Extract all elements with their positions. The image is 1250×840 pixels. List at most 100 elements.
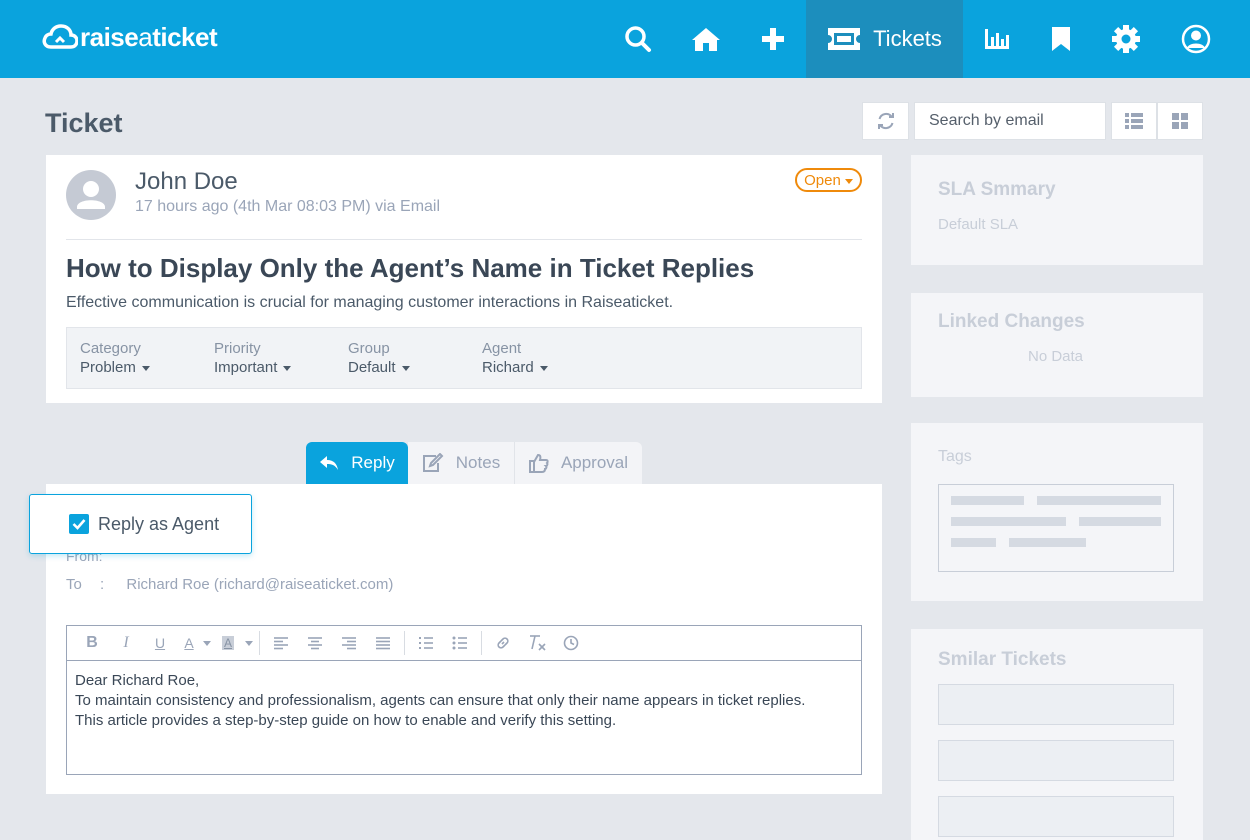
editor-content[interactable]: Dear Richard Roe, To maintain consistenc… xyxy=(67,661,861,741)
nav-reports-button[interactable] xyxy=(969,0,1025,78)
nav-tickets-label: Tickets xyxy=(873,26,942,51)
ticket-description: Effective communication is crucial for m… xyxy=(66,294,674,311)
tab-approval[interactable]: Approval xyxy=(515,442,642,484)
brand-logo[interactable]: raise a ticket xyxy=(42,20,218,54)
reply-as-agent-toggle[interactable]: Reply as Agent xyxy=(29,494,252,554)
align-center-button[interactable] xyxy=(298,630,332,656)
property-agent: Agent Richard xyxy=(482,340,548,376)
italic-button[interactable]: I xyxy=(109,630,143,656)
nav-tickets-tab[interactable]: Tickets xyxy=(806,0,963,78)
insert-link-button[interactable] xyxy=(486,630,520,656)
ordered-list-icon xyxy=(419,637,433,649)
nav-bookmarks-button[interactable] xyxy=(1033,0,1089,78)
logo-text-raise: raise xyxy=(80,21,139,52)
priority-dropdown[interactable]: Important xyxy=(214,359,292,376)
refresh-button[interactable] xyxy=(862,102,909,140)
align-left-button[interactable] xyxy=(264,630,298,656)
underline-button[interactable]: U xyxy=(143,630,177,656)
ticket-author-name[interactable]: John Doe xyxy=(135,168,238,196)
rich-text-editor: B I U A A Dear Richard Roe, To maintain … xyxy=(66,625,862,775)
page-title: Ticket xyxy=(45,108,123,138)
background-color-button[interactable]: A xyxy=(213,630,243,656)
property-category: Category Problem xyxy=(80,340,150,376)
bg-color-letter: A xyxy=(221,636,234,650)
list-view-button[interactable] xyxy=(1111,102,1157,140)
schedule-button[interactable] xyxy=(554,630,588,656)
background-color-dropdown[interactable] xyxy=(243,630,255,656)
linked-changes-title: Linked Changes xyxy=(938,311,1085,332)
property-value: Default xyxy=(348,359,396,376)
nav-add-button[interactable] xyxy=(745,0,801,78)
cloud-logo-icon xyxy=(42,24,78,49)
toolbar-separator xyxy=(404,631,405,655)
search-by-email-input[interactable] xyxy=(914,102,1106,140)
align-right-button[interactable] xyxy=(332,630,366,656)
gear-icon xyxy=(1112,25,1140,53)
body-line: To maintain consistency and professional… xyxy=(75,692,806,709)
reply-as-agent-checkbox[interactable] xyxy=(69,514,89,534)
list-view-icon xyxy=(1125,113,1143,129)
tag-placeholder xyxy=(951,496,1024,505)
checkmark-icon xyxy=(72,519,86,530)
bar-chart-icon xyxy=(985,29,1009,49)
property-label: Group xyxy=(348,340,390,357)
chevron-down-icon xyxy=(245,640,253,646)
ticket-meta: 17 hours ago (4th Mar 08:03 PM) via Emai… xyxy=(135,198,441,215)
category-dropdown[interactable]: Problem xyxy=(80,359,150,376)
sla-summary-card: SLA Smmary Default SLA xyxy=(911,155,1203,265)
align-justify-button[interactable] xyxy=(366,630,400,656)
similar-ticket-placeholder[interactable] xyxy=(938,740,1174,781)
align-right-icon xyxy=(342,637,356,650)
ticket-subject: How to Display Only the Agent’s Name in … xyxy=(66,253,755,283)
similar-ticket-placeholder[interactable] xyxy=(938,684,1174,725)
similar-tickets-card: Smilar Tickets xyxy=(911,629,1203,840)
sla-summary-title: SLA Smmary xyxy=(938,179,1056,200)
avatar xyxy=(66,170,116,220)
nav-settings-button[interactable] xyxy=(1098,0,1154,78)
bullet-list-button[interactable] xyxy=(443,630,477,656)
tab-notes[interactable]: Notes xyxy=(408,442,515,484)
nav-home-button[interactable] xyxy=(678,0,734,78)
nav-profile-button[interactable] xyxy=(1168,0,1224,78)
font-color-dropdown[interactable] xyxy=(201,630,213,656)
tag-placeholder xyxy=(951,517,1066,526)
nav-search-button[interactable] xyxy=(610,0,666,78)
tag-placeholder xyxy=(1037,496,1161,505)
editor-toolbar: B I U A A xyxy=(67,626,861,661)
font-color-button[interactable]: A xyxy=(177,630,201,656)
thumbs-up-icon xyxy=(528,453,549,473)
property-label: Category xyxy=(80,340,141,357)
ticket-icon xyxy=(828,28,861,50)
similar-ticket-placeholder[interactable] xyxy=(938,796,1174,837)
grid-view-icon xyxy=(1172,113,1188,129)
user-circle-icon xyxy=(1181,24,1211,54)
chevron-down-icon xyxy=(844,178,853,184)
bold-button[interactable]: B xyxy=(75,630,109,656)
property-group: Group Default xyxy=(348,340,410,376)
clear-format-button[interactable] xyxy=(520,630,554,656)
bookmark-icon xyxy=(1052,27,1070,51)
ordered-list-button[interactable] xyxy=(409,630,443,656)
chevron-down-icon xyxy=(283,366,292,371)
tab-reply[interactable]: Reply xyxy=(306,442,408,484)
property-label: Agent xyxy=(482,340,522,357)
tags-input[interactable] xyxy=(938,484,1174,572)
property-label: Priority xyxy=(214,340,261,357)
reply-as-agent-label: Reply as Agent xyxy=(98,513,220,534)
property-value: Richard xyxy=(482,359,534,376)
align-justify-icon xyxy=(376,637,390,650)
clear-format-icon xyxy=(530,635,546,651)
top-navigation-bar: raise a ticket Tickets xyxy=(0,0,1250,78)
group-dropdown[interactable]: Default xyxy=(348,359,410,376)
linked-changes-empty: No Data xyxy=(1028,348,1084,365)
agent-dropdown[interactable]: Richard xyxy=(482,359,548,376)
body-line: Dear Richard Roe, xyxy=(75,672,200,689)
ticket-properties: Category Problem Priority Important Grou… xyxy=(66,327,862,389)
grid-view-button[interactable] xyxy=(1157,102,1203,140)
status-dropdown[interactable]: Open xyxy=(795,168,862,192)
property-value: Important xyxy=(214,359,278,376)
tab-approval-label: Approval xyxy=(560,453,629,472)
align-center-icon xyxy=(308,637,322,650)
to-recipient[interactable]: Richard Roe (richard@raiseaticket.com) xyxy=(126,576,393,593)
property-priority: Priority Important xyxy=(214,340,292,376)
